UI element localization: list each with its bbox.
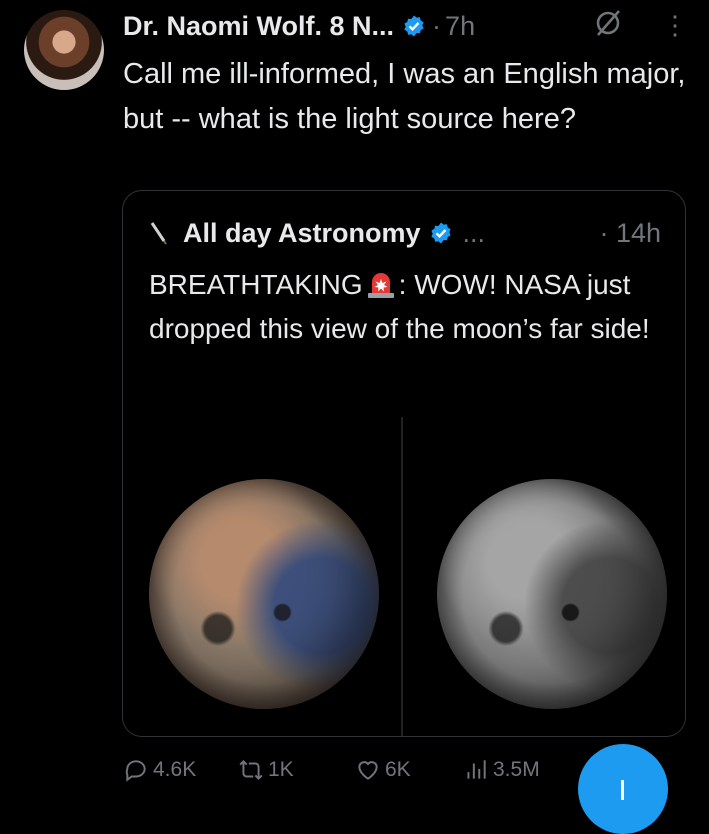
quoted-author-name[interactable]: All day Astronomy <box>183 218 421 249</box>
media-divider <box>401 417 403 736</box>
views-button[interactable]: 3.5M <box>463 750 540 790</box>
telescope-icon <box>150 222 167 245</box>
tweet-timestamp[interactable]: 7h <box>445 11 475 42</box>
grok-icon[interactable] <box>593 8 623 38</box>
author-avatar[interactable] <box>24 10 104 90</box>
repost-icon <box>239 759 263 781</box>
moon-image-grayscale[interactable] <box>437 479 667 709</box>
reply-button[interactable]: 4.6K <box>123 750 196 790</box>
quoted-text: BREATHTAKING : WOW! NASA just dropped th… <box>149 263 669 351</box>
repost-count: 1K <box>268 758 294 781</box>
repost-button[interactable]: 1K <box>238 750 294 790</box>
tweet-header: Dr. Naomi Wolf. 8 N... · 7h <box>123 6 475 46</box>
more-icon[interactable]: ⋮ <box>662 10 688 40</box>
quoted-timestamp: · 14h <box>599 218 661 248</box>
moon-image-color[interactable] <box>149 479 379 709</box>
like-icon <box>358 761 378 780</box>
like-count: 6K <box>385 758 411 781</box>
views-icon <box>467 760 486 779</box>
quoted-handle: ... <box>462 217 486 248</box>
reply-icon <box>125 760 146 782</box>
verified-badge-icon <box>404 15 424 37</box>
quoted-tweet[interactable]: All day Astronomy ... · 14h BREATHTAKING… <box>122 190 686 737</box>
views-count: 3.5M <box>493 758 540 781</box>
verified-badge-icon <box>430 222 451 244</box>
author-name[interactable]: Dr. Naomi Wolf. 8 N... <box>123 11 394 42</box>
compose-button[interactable] <box>578 744 668 834</box>
siren-emoji-icon <box>367 273 394 298</box>
like-button[interactable]: 6K <box>355 750 411 790</box>
quoted-header: All day Astronomy ... <box>149 213 485 253</box>
quoted-text-part1: BREATHTAKING <box>149 269 363 300</box>
header-separator: · <box>432 10 442 41</box>
reply-count: 4.6K <box>153 758 197 781</box>
compose-icon <box>621 780 624 800</box>
quoted-media[interactable] <box>123 417 685 736</box>
tweet-text: Call me ill-informed, I was an English m… <box>123 58 686 135</box>
